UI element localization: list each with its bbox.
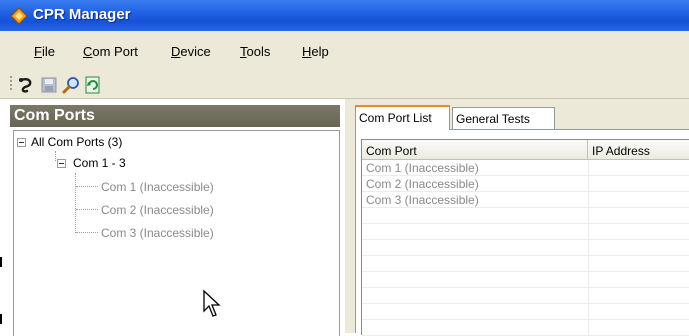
cell-com-port: Com 1 (Inaccessible) xyxy=(366,161,479,175)
mouse-pointer-icon xyxy=(203,289,221,317)
tree-connector xyxy=(76,232,98,233)
empty-row xyxy=(362,304,689,320)
empty-row xyxy=(362,288,689,304)
menu-bar: File Com Port Device Tools Help xyxy=(0,31,689,66)
window-title: CPR Manager xyxy=(33,6,131,23)
table-row[interactable]: Com 2 (Inaccessible) xyxy=(362,176,689,192)
com-port-table[interactable]: Com Port IP Address Com 1 (Inaccessible)… xyxy=(361,139,689,336)
edge-mark xyxy=(0,314,2,324)
com-ports-header: Com Ports xyxy=(10,105,340,127)
menu-file[interactable]: File xyxy=(34,44,55,59)
tree-group-com-1-3[interactable]: Com 1 - 3 xyxy=(73,156,126,170)
save-icon[interactable] xyxy=(40,76,58,94)
menu-help[interactable]: Help xyxy=(302,44,329,59)
column-header-ip-address[interactable]: IP Address xyxy=(588,140,689,160)
tree-item-com-2[interactable]: Com 2 (Inaccessible) xyxy=(101,203,214,217)
tab-general-tests[interactable]: General Tests xyxy=(452,107,555,129)
title-bar[interactable]: CPR Manager xyxy=(0,0,689,31)
menu-com-port[interactable]: Com Port xyxy=(83,44,138,59)
tree-connector xyxy=(75,173,76,233)
empty-row xyxy=(362,240,689,256)
refresh-icon[interactable] xyxy=(84,76,102,94)
tree-connector xyxy=(55,151,56,161)
table-row[interactable]: Com 1 (Inaccessible) xyxy=(362,160,689,176)
search-icon[interactable] xyxy=(62,76,80,94)
tree-item-com-3[interactable]: Com 3 (Inaccessible) xyxy=(101,226,214,240)
toolbar xyxy=(0,66,689,99)
column-header-com-port[interactable]: Com Port xyxy=(362,140,588,160)
toolbar-grip[interactable] xyxy=(10,76,12,92)
com-port-tree[interactable]: All Com Ports (3) Com 1 - 3 Com 1 (Inacc… xyxy=(13,130,340,336)
empty-row xyxy=(362,320,689,336)
empty-row xyxy=(362,272,689,288)
tab-content: Com Port IP Address Com 1 (Inaccessible)… xyxy=(355,129,689,336)
menu-tools[interactable]: Tools xyxy=(240,44,270,59)
empty-row xyxy=(362,208,689,224)
menu-device[interactable]: Device xyxy=(171,44,211,59)
connect-icon[interactable] xyxy=(17,76,35,94)
tree-connector xyxy=(76,209,98,210)
cell-com-port: Com 3 (Inaccessible) xyxy=(366,193,479,207)
tab-com-port-list[interactable]: Com Port List xyxy=(355,105,450,130)
com-ports-title: Com Ports xyxy=(14,107,95,124)
collapse-all-icon[interactable] xyxy=(17,138,26,147)
empty-row xyxy=(362,256,689,272)
tree-root-all-com-ports[interactable]: All Com Ports (3) xyxy=(31,135,122,149)
edge-mark xyxy=(0,257,2,267)
details-panel: Com Port List General Tests Com Port IP … xyxy=(355,99,689,336)
collapse-group-icon[interactable] xyxy=(57,159,66,168)
app-icon xyxy=(10,7,28,25)
tree-connector xyxy=(76,186,98,187)
cell-com-port: Com 2 (Inaccessible) xyxy=(366,177,479,191)
empty-row xyxy=(362,224,689,240)
com-ports-panel: Com Ports All Com Ports (3) Com 1 - 3 Co… xyxy=(0,99,345,336)
pane-splitter[interactable] xyxy=(345,99,355,333)
tree-item-com-1[interactable]: Com 1 (Inaccessible) xyxy=(101,180,214,194)
table-row[interactable]: Com 3 (Inaccessible) xyxy=(362,192,689,208)
